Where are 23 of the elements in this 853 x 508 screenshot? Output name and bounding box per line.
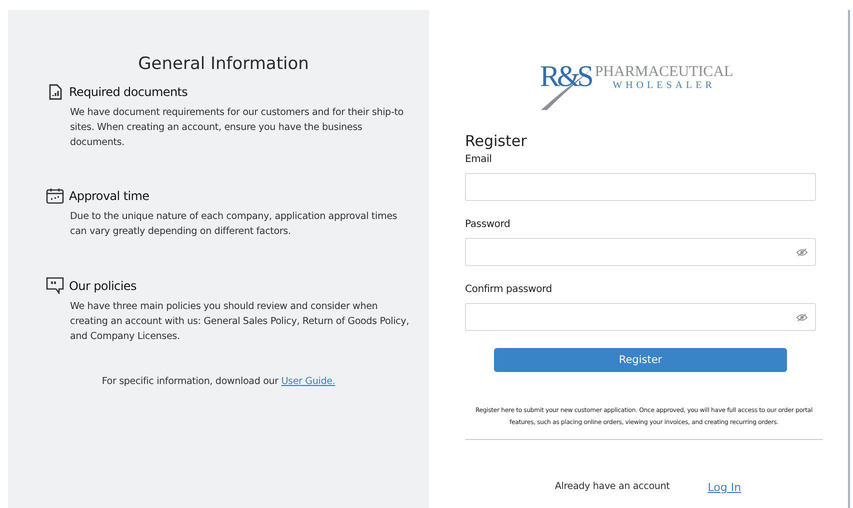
password-field[interactable]	[465, 303, 816, 331]
user-guide-link[interactable]: User Guide.	[281, 376, 336, 387]
hidden-eye-icon[interactable]	[796, 312, 808, 322]
form-title: Register	[465, 132, 528, 150]
field-label: Confirm password	[465, 284, 553, 295]
section-heading: Approval time	[69, 189, 150, 203]
field-label: Email	[465, 154, 493, 165]
login-link[interactable]: Log In	[708, 481, 742, 494]
section-heading: Required documents	[69, 85, 188, 99]
field-label: Password	[465, 219, 512, 230]
register-button[interactable]: Register	[494, 348, 787, 372]
section-text: We have three main policies you should review and consider when creating an account with us: General Sales Policy, Return of Goods Policy, and Company Licenses.	[70, 300, 410, 344]
hidden-eye-icon[interactable]	[796, 248, 808, 256]
section-heading: Our policies	[69, 278, 136, 292]
guide-text: For specific information, download our User Guide.	[100, 376, 336, 387]
email-field[interactable]	[465, 173, 816, 201]
section-text: We have document requirements for our customers and for their ship-to sites. When creating an account, ensure you have the business documents.	[70, 106, 404, 150]
login-prompt: Already have an account	[554, 481, 670, 494]
speech-bubble-icon	[46, 277, 64, 294]
section-text: Due to the unique nature of each company, application approval times can vary greatly depending on different factors.	[70, 210, 398, 239]
section-title: General Information	[137, 54, 310, 74]
calendar-icon	[46, 188, 64, 204]
password-field[interactable]	[465, 238, 816, 266]
